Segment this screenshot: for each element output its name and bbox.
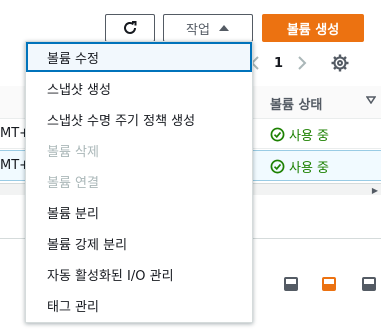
- actions-label: 작업: [186, 22, 210, 38]
- actions-menu: 볼륨 수정 스냅샷 생성 스냅샷 수명 주기 정책 생성 볼륨 삭제 볼륨 연결…: [25, 41, 253, 323]
- menu-item-create-lifecycle-policy[interactable]: 스냅샷 수명 주기 정책 생성: [26, 104, 252, 134]
- menu-item-force-detach-volume[interactable]: 볼륨 강제 분리: [26, 228, 252, 258]
- menu-item-manage-auto-enabled-io[interactable]: 자동 활성화된 I/O 관리: [26, 259, 252, 289]
- pagination: 1: [250, 50, 349, 76]
- status-badge: 사용 중: [270, 125, 329, 144]
- menu-item-label: 태그 관리: [47, 299, 99, 315]
- menu-item-label: 스냅샷 생성: [47, 82, 111, 98]
- split-bottom-icon[interactable]: [284, 277, 298, 291]
- status-badge: 사용 중: [270, 157, 329, 176]
- menu-item-label: 볼륨 수정: [47, 51, 99, 67]
- check-circle-icon: [270, 159, 285, 174]
- sort-down-icon[interactable]: [366, 96, 376, 104]
- menu-item-label: 스냅샷 수명 주기 정책 생성: [47, 113, 196, 129]
- menu-item-manage-tags[interactable]: 태그 관리: [26, 290, 252, 320]
- check-circle-icon: [270, 127, 285, 142]
- menu-item-label: 볼륨 강제 분리: [47, 237, 128, 253]
- scroll-right-icon[interactable]: ▶: [372, 186, 378, 195]
- create-volume-label: 볼륨 생성: [286, 22, 340, 38]
- menu-item-label: 볼륨 분리: [47, 206, 99, 222]
- split-bottom-active-icon[interactable]: [322, 277, 336, 291]
- actions-dropdown-button[interactable]: 작업: [163, 14, 253, 42]
- refresh-button[interactable]: [105, 14, 155, 42]
- menu-item-label: 자동 활성화된 I/O 관리: [47, 268, 174, 284]
- column-header-volume-status[interactable]: 볼륨 상태: [270, 94, 322, 113]
- menu-item-modify-volume[interactable]: 볼륨 수정: [26, 42, 252, 72]
- chevron-right-icon[interactable]: [297, 56, 307, 70]
- page-number[interactable]: 1: [274, 56, 283, 71]
- menu-item-label: 볼륨 연결: [47, 175, 99, 191]
- status-text: 사용 중: [289, 161, 330, 176]
- menu-item-label: 볼륨 삭제: [47, 144, 99, 160]
- menu-item-create-snapshot[interactable]: 스냅샷 생성: [26, 73, 252, 103]
- menu-item-detach-volume[interactable]: 볼륨 분리: [26, 197, 252, 227]
- caret-up-icon: [218, 25, 229, 31]
- split-side-icon[interactable]: [362, 277, 376, 291]
- menu-item-attach-volume: 볼륨 연결: [26, 166, 252, 196]
- menu-item-delete-volume: 볼륨 삭제: [26, 135, 252, 165]
- refresh-icon: [124, 21, 137, 34]
- status-text: 사용 중: [289, 129, 330, 144]
- gear-icon[interactable]: [331, 54, 349, 72]
- create-volume-button[interactable]: 볼륨 생성: [262, 14, 364, 42]
